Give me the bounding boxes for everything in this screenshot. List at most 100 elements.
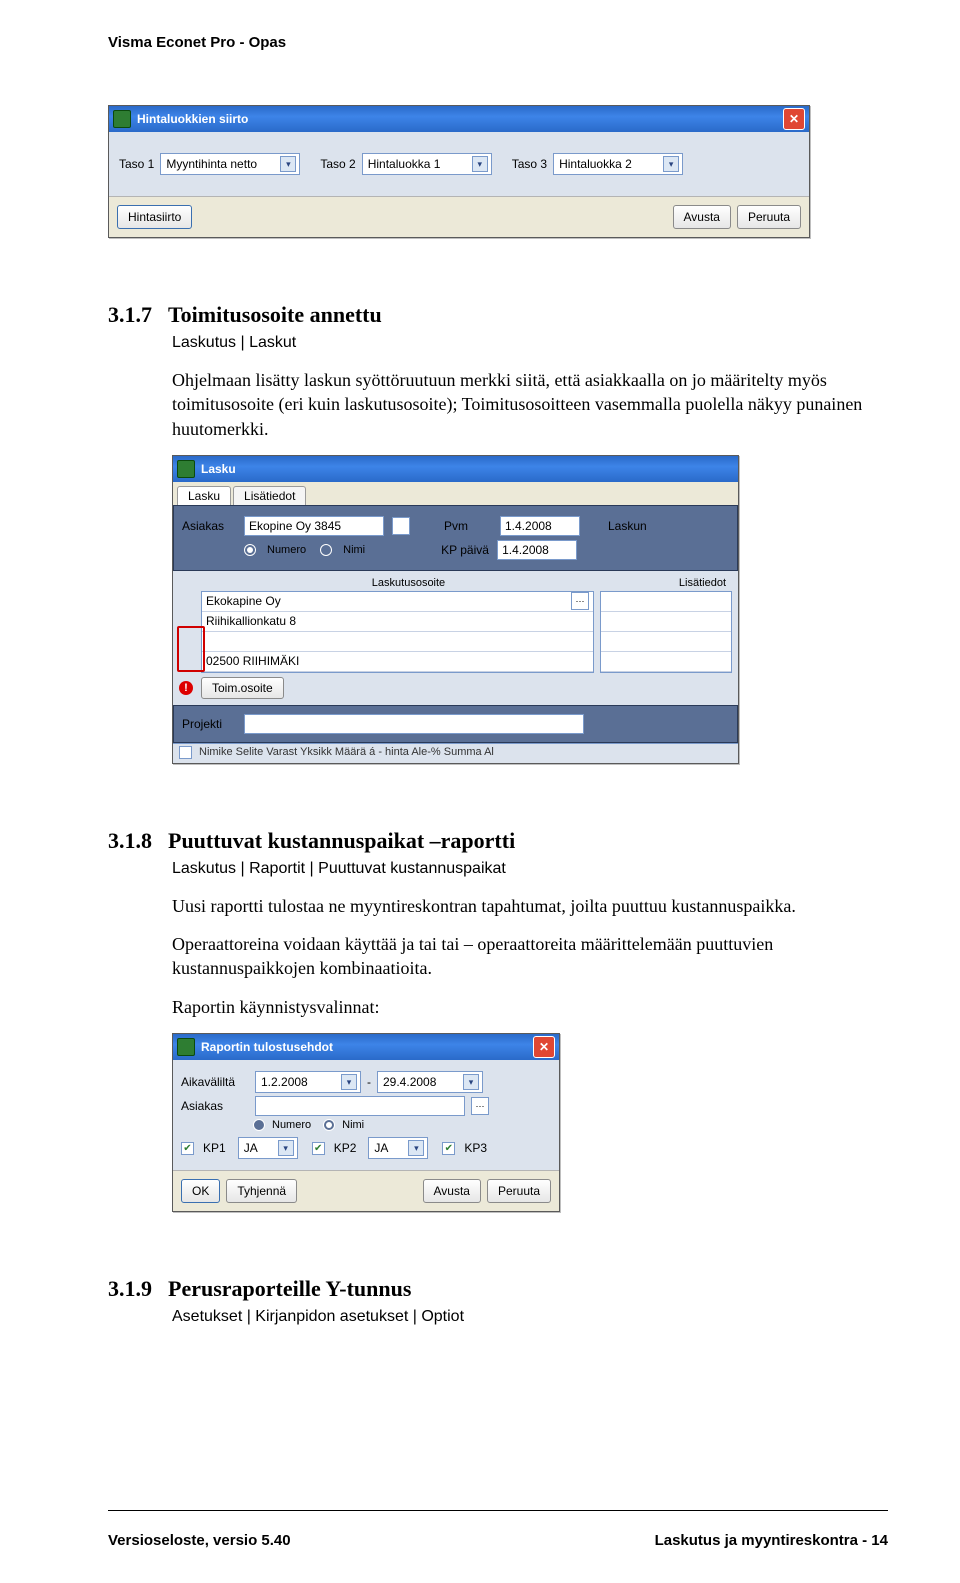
grid-row <box>601 652 731 672</box>
tab-invoice[interactable]: Lasku <box>177 486 231 505</box>
row-checkbox[interactable] <box>179 746 192 759</box>
section-title: Perusraporteille Y-tunnus <box>168 1276 411 1301</box>
taso3-value: Hintaluokka 2 <box>559 157 632 171</box>
radio-number[interactable] <box>244 544 256 556</box>
window-title: Hintaluokkien siirto <box>137 112 783 126</box>
paragraph: Raportin käynnistysvalinnat: <box>172 995 888 1019</box>
op1-select[interactable]: JA ▾ <box>238 1137 298 1159</box>
op2-select[interactable]: JA ▾ <box>368 1137 428 1159</box>
cancel-button[interactable]: Peruuta <box>487 1179 551 1203</box>
screenshot-invoice: Lasku Lasku Lisätiedot Asiakas Ekopine O… <box>172 455 739 764</box>
grid-cell: 02500 RIIHIMÄKI <box>206 654 299 668</box>
customer-input[interactable] <box>255 1096 465 1116</box>
window-titlebar: Lasku <box>173 456 738 482</box>
taso1-select[interactable]: Myyntihinta netto ▾ <box>160 153 300 175</box>
tab-strip: Lasku Lisätiedot <box>173 482 738 505</box>
chevron-down-icon: ▾ <box>472 156 488 172</box>
section-319-heading: 3.1.9Perusraporteille Y-tunnus <box>108 1276 888 1302</box>
kp1-label: KP1 <box>203 1141 226 1155</box>
breadcrumb: Laskutus | Raportit | Puuttuvat kustannu… <box>172 860 888 878</box>
cancel-button[interactable]: Peruuta <box>737 205 801 229</box>
customer-input[interactable]: Ekopine Oy 3845 <box>244 516 384 536</box>
clear-button[interactable]: Tyhjennä <box>226 1179 297 1203</box>
grid-row <box>601 592 731 612</box>
tab-extra[interactable]: Lisätiedot <box>233 486 306 505</box>
radio-number[interactable] <box>253 1119 265 1131</box>
section-317-heading: 3.1.7Toimitusosoite annettu <box>108 302 888 328</box>
screenshot-price-classes: Hintaluokkien siirto ✕ Taso 1 Myyntihint… <box>108 105 810 238</box>
delivery-address-button[interactable]: Toim.osoite <box>201 677 284 699</box>
date-from-select[interactable]: 1.2.2008 ▾ <box>255 1071 361 1093</box>
close-icon[interactable]: ✕ <box>533 1036 555 1058</box>
alert-icon: ! <box>179 681 193 695</box>
project-label: Projekti <box>182 717 236 731</box>
invoice-no-label: Laskun <box>608 519 647 533</box>
kp3-label: KP3 <box>464 1141 487 1155</box>
kp-date-input[interactable]: 1.4.2008 <box>497 540 577 560</box>
kp2-checkbox[interactable]: ✔ <box>312 1142 325 1155</box>
section-title: Puuttuvat kustannuspaikat –raportti <box>168 828 515 853</box>
app-icon <box>177 460 195 478</box>
date-to-select[interactable]: 29.4.2008 ▾ <box>377 1071 483 1093</box>
doc-header: Visma Econet Pro - Opas <box>108 34 888 51</box>
window-body: Taso 1 Myyntihinta netto ▾ Taso 2 Hintal… <box>109 132 809 196</box>
section-318-heading: 3.1.8Puuttuvat kustannuspaikat –raportti <box>108 828 888 854</box>
grid-row <box>202 632 593 652</box>
grid-columns: Nimike Selite Varast Yksikk Määrä á - hi… <box>199 746 494 758</box>
taso2-value: Hintaluokka 1 <box>368 157 441 171</box>
radio-name[interactable] <box>320 544 332 556</box>
do-transfer-button[interactable]: Hintasiirto <box>117 205 192 229</box>
section-number: 3.1.7 <box>108 302 168 328</box>
footer-left: Versioseloste, versio 5.40 <box>108 1532 291 1549</box>
app-icon <box>177 1038 195 1056</box>
ok-button[interactable]: OK <box>181 1179 220 1203</box>
footer-right: Laskutus ja myyntireskontra - 14 <box>655 1532 888 1549</box>
op1-value: JA <box>244 1141 258 1155</box>
chevron-down-icon: ▾ <box>341 1074 357 1090</box>
customer-label: Asiakas <box>181 1099 249 1113</box>
date-to-value: 29.4.2008 <box>383 1075 436 1089</box>
radio-name-label: Nimi <box>342 1119 364 1131</box>
project-input[interactable] <box>244 714 584 734</box>
date-input[interactable]: 1.4.2008 <box>500 516 580 536</box>
grid-row: Ekokapine Oy⋯ <box>202 592 593 612</box>
lookup-button[interactable]: ⋯ <box>571 592 589 610</box>
paragraph: Operaattoreina voidaan käyttää ja tai ta… <box>172 932 888 981</box>
taso3-select[interactable]: Hintaluokka 2 ▾ <box>553 153 683 175</box>
chevron-down-icon: ▾ <box>278 1140 294 1156</box>
taso1-value: Myyntihinta netto <box>166 157 257 171</box>
customer-label: Asiakas <box>182 519 236 533</box>
taso2-label: Taso 2 <box>320 157 355 171</box>
lookup-button[interactable]: ⋯ <box>471 1097 489 1115</box>
window-title: Raportin tulostusehdot <box>201 1040 533 1054</box>
window-titlebar: Raportin tulostusehdot ✕ <box>173 1034 559 1060</box>
section-number: 3.1.8 <box>108 828 168 854</box>
radio-name[interactable] <box>323 1119 335 1131</box>
kp2-label: KP2 <box>334 1141 357 1155</box>
taso2-select[interactable]: Hintaluokka 1 ▾ <box>362 153 492 175</box>
grid-row: 02500 RIIHIMÄKI <box>202 652 593 672</box>
help-button[interactable]: Avusta <box>423 1179 481 1203</box>
section-number: 3.1.9 <box>108 1276 168 1302</box>
paragraph: Ohjelmaan lisätty laskun syöttöruutuun m… <box>172 368 888 441</box>
chevron-down-icon: ▾ <box>280 156 296 172</box>
grid-row: Riihikallionkatu 8 <box>202 612 593 632</box>
lookup-button[interactable]: ⋯ <box>392 517 410 535</box>
taso3-label: Taso 3 <box>512 157 547 171</box>
grid-cell: Riihikallionkatu 8 <box>206 614 296 628</box>
kp3-checkbox[interactable]: ✔ <box>442 1142 455 1155</box>
grid-row <box>601 612 731 632</box>
app-icon <box>113 110 131 128</box>
window-title: Lasku <box>201 462 734 476</box>
date-from-value: 1.2.2008 <box>261 1075 308 1089</box>
footer-rule <box>108 1510 888 1511</box>
kp-date-label: KP päivä <box>441 543 489 557</box>
close-icon[interactable]: ✕ <box>783 108 805 130</box>
window-body: Aikaväliltä 1.2.2008 ▾ - 29.4.2008 ▾ Asi… <box>173 1060 559 1170</box>
window-titlebar: Hintaluokkien siirto ✕ <box>109 106 809 132</box>
help-button[interactable]: Avusta <box>673 205 731 229</box>
radio-number-label: Numero <box>272 1119 311 1131</box>
highlight-box <box>177 626 205 672</box>
page-footer: Versioseloste, versio 5.40 Laskutus ja m… <box>0 1532 960 1549</box>
kp1-checkbox[interactable]: ✔ <box>181 1142 194 1155</box>
